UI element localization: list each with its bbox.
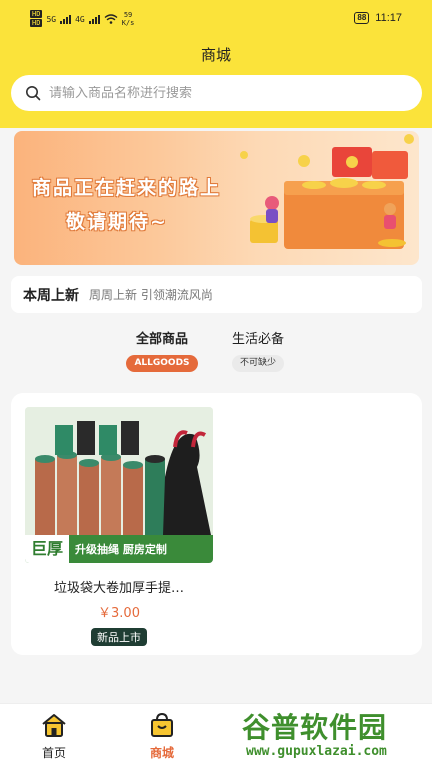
tab-all-goods[interactable]: 全部商品 ALLGOODS xyxy=(120,330,204,372)
status-bar: HD HD 5G 4G 59 K/s 88 11:17 xyxy=(0,0,432,34)
wifi-icon xyxy=(104,14,118,24)
signal-icon-2 xyxy=(88,14,100,24)
status-right: 88 11:17 xyxy=(354,12,402,24)
category-tabs: 全部商品 ALLGOODS 生活必备 不可缺少 xyxy=(0,330,432,376)
product-image: 巨厚 升级抽绳 厨房定制 xyxy=(25,407,213,563)
search-icon xyxy=(26,86,41,101)
banner-headline: 商品正在赶来的路上 xyxy=(32,177,222,199)
tab-label: 全部商品 xyxy=(135,332,188,347)
network-speed: 59 K/s xyxy=(121,11,135,27)
shop-bag-icon xyxy=(151,712,173,737)
image-strip-small-text: 升级抽绳 厨房定制 xyxy=(75,543,167,556)
promo-banner[interactable]: 商品正在赶来的路上 敬请期待~ xyxy=(14,131,419,265)
nav-home-label: 首页 xyxy=(41,746,66,760)
battery-icon: 88 xyxy=(354,12,370,24)
product-grid: 巨厚 升级抽绳 厨房定制 垃圾袋大卷加厚手提… ￥3.00 新品上市 xyxy=(11,393,422,655)
tab-pill: ALLGOODS xyxy=(126,355,198,372)
search-bar[interactable] xyxy=(11,75,422,111)
product-price: ￥3.00 xyxy=(98,606,140,621)
signal-icon xyxy=(60,14,72,24)
product-name: 垃圾袋大卷加厚手提… xyxy=(53,581,184,596)
page-title: 商城 xyxy=(200,47,231,64)
status-left: HD HD 5G 4G 59 K/s xyxy=(30,10,134,28)
weekly-subtitle: 周周上新 引领潮流风尚 xyxy=(89,288,213,302)
network-type-2: 4G xyxy=(75,14,85,24)
search-input[interactable] xyxy=(49,85,389,101)
watermark-text: 谷普软件园 xyxy=(242,711,388,744)
hd-badge-1: HD xyxy=(30,10,43,18)
image-strip-big-text: 巨厚 xyxy=(25,535,70,563)
banner-subheadline: 敬请期待~ xyxy=(66,211,168,233)
product-image-strip: 巨厚 升级抽绳 厨房定制 xyxy=(25,535,213,563)
tab-label: 生活必备 xyxy=(231,332,284,347)
home-icon xyxy=(42,714,66,737)
weekly-new-section: 本周上新 周周上新 引领潮流风尚 xyxy=(11,276,422,313)
clock: 11:17 xyxy=(375,12,402,24)
nav-home[interactable]: 首页 xyxy=(24,712,84,761)
watermark: 谷普软件园 www.gupuxlazai.com xyxy=(236,700,432,768)
hd-badge-2: HD xyxy=(30,19,43,27)
watermark-url: www.gupuxlazai.com xyxy=(246,744,387,759)
product-badge: 新品上市 xyxy=(91,628,147,646)
tab-pill: 不可缺少 xyxy=(231,355,284,372)
nav-shop-label: 商城 xyxy=(149,746,174,760)
tab-daily-essentials[interactable]: 生活必备 不可缺少 xyxy=(216,330,300,372)
header-background: HD HD 5G 4G 59 K/s 88 11:17 商城 xyxy=(0,0,432,128)
weekly-title: 本周上新 xyxy=(23,287,79,304)
product-card[interactable]: 巨厚 升级抽绳 厨房定制 垃圾袋大卷加厚手提… ￥3.00 新品上市 xyxy=(25,407,213,646)
nav-shop[interactable]: 商城 xyxy=(132,712,192,761)
network-type-1: 5G xyxy=(46,14,57,24)
